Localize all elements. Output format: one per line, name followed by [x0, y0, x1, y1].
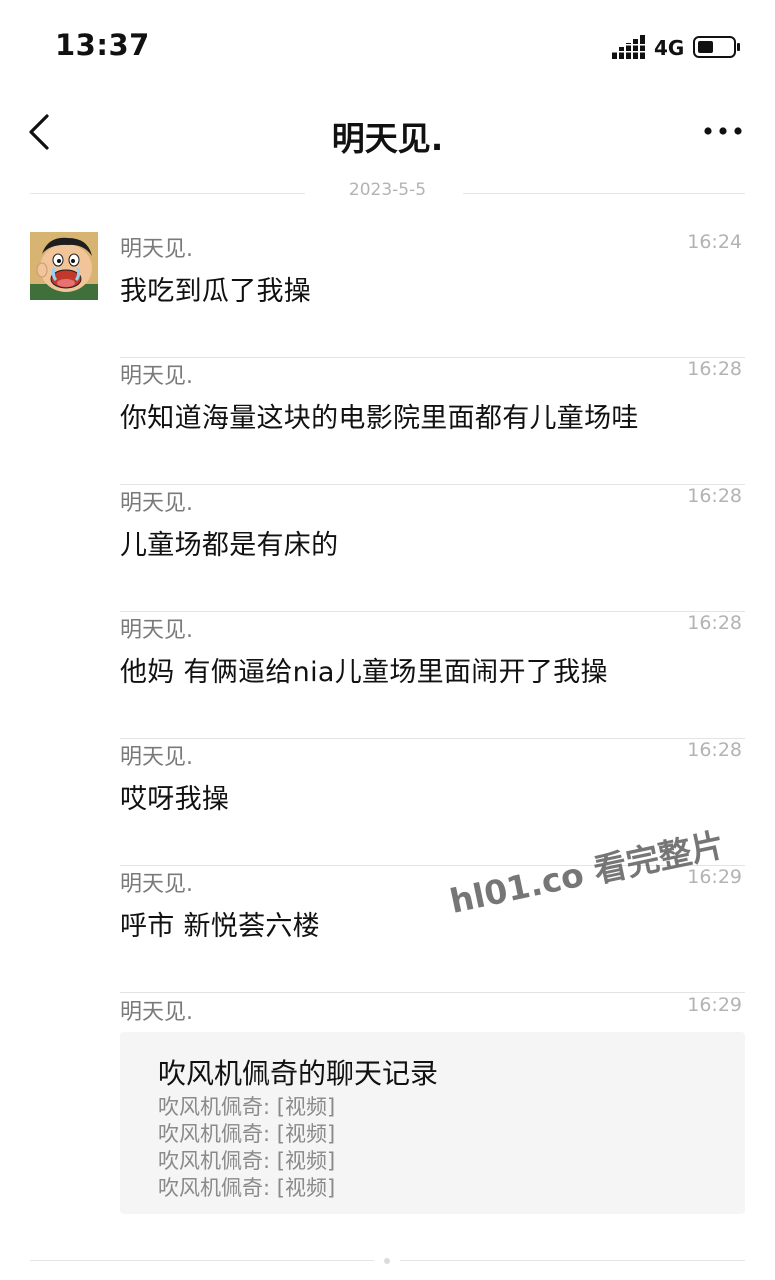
message-time: 16:28 [687, 612, 742, 634]
message-item[interactable]: 明天见. 16:29 呼市 新悦荟六楼 [120, 866, 745, 993]
status-bar: 13:37 4G [0, 0, 775, 90]
message-divider [120, 992, 745, 993]
message-text: 我吃到瓜了我操 [120, 276, 312, 307]
avatar[interactable] [30, 232, 98, 300]
chat-record-line: 吹风机佩奇: [视频] [158, 1176, 336, 1200]
date-separator: 2023-5-5 [30, 180, 745, 206]
chat-record-line: 吹风机佩奇: [视频] [158, 1095, 336, 1119]
message-time: 16:28 [687, 739, 742, 761]
sender-name: 明天见. [120, 872, 193, 897]
more-dots-icon[interactable] [700, 116, 746, 146]
cartoon-avatar-icon [30, 232, 98, 300]
message-text: 你知道海量这块的电影院里面都有儿童场哇 [120, 403, 639, 434]
bottom-line-left [30, 1260, 374, 1261]
message-time: 16:24 [687, 231, 742, 253]
chat-record-card[interactable]: 吹风机佩奇的聊天记录 吹风机佩奇: [视频] 吹风机佩奇: [视频] 吹风机佩奇… [120, 1032, 745, 1214]
bottom-dot [384, 1258, 390, 1264]
message-time: 16:28 [687, 358, 742, 380]
message-text: 哎呀我操 [120, 784, 230, 815]
message-item[interactable]: 明天见. 16:28 儿童场都是有床的 [120, 485, 745, 612]
sender-name: 明天见. [120, 237, 193, 262]
message-text: 呼市 新悦荟六楼 [120, 911, 320, 942]
sender-name: 明天见. [120, 364, 193, 389]
chat-record-lines: 吹风机佩奇: [视频] 吹风机佩奇: [视频] 吹风机佩奇: [视频] 吹风机佩… [158, 1094, 335, 1202]
bottom-line-right [400, 1260, 745, 1261]
message-item[interactable]: 明天见. 16:28 你知道海量这块的电影院里面都有儿童场哇 [120, 358, 745, 485]
message-time: 16:29 [687, 994, 742, 1016]
sender-name: 明天见. [120, 1000, 193, 1025]
nav-bar: 明天见. [0, 100, 775, 164]
date-text: 2023-5-5 [348, 180, 427, 200]
message-text: 他妈 有俩逼给nia儿童场里面闹开了我操 [120, 657, 608, 688]
bottom-separator [30, 1257, 745, 1265]
date-line-right [463, 193, 745, 194]
sender-name: 明天见. [120, 745, 193, 770]
message-text: 儿童场都是有床的 [120, 530, 339, 561]
chat-title: 明天见. [331, 119, 444, 158]
chat-record-title: 吹风机佩奇的聊天记录 [158, 1057, 439, 1090]
status-time: 13:37 [55, 28, 150, 62]
message-item[interactable]: 明天见. 16:28 他妈 有俩逼给nia儿童场里面闹开了我操 [120, 612, 745, 739]
message-time: 16:28 [687, 485, 742, 507]
message-item[interactable]: 明天见. 16:24 我吃到瓜了我操 [120, 231, 745, 358]
signal-icon [612, 35, 645, 59]
battery-icon [693, 36, 740, 58]
network-type: 4G [654, 36, 685, 60]
chat-record-line: 吹风机佩奇: [视频] [158, 1149, 336, 1173]
chat-record-line: 吹风机佩奇: [视频] [158, 1122, 336, 1146]
sender-name: 明天见. [120, 491, 193, 516]
sender-name: 明天见. [120, 618, 193, 643]
message-item[interactable]: 明天见. 16:29 [120, 994, 745, 1025]
